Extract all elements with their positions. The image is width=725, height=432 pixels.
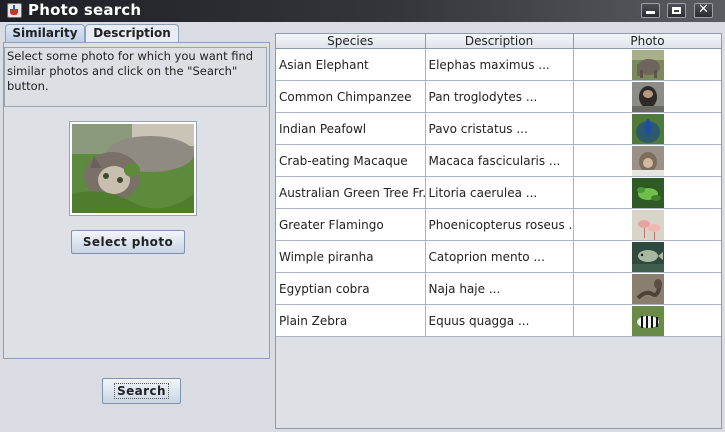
description-cell: Pavo cristatus ... <box>425 112 574 145</box>
photo-cell <box>573 80 721 113</box>
cobra-photo <box>631 273 664 304</box>
photo-cell <box>573 144 721 177</box>
description-cell: Litoria caerulea ... <box>425 176 574 209</box>
description-cell: Naja haje ... <box>425 272 574 305</box>
selected-photo-preview <box>69 121 197 216</box>
macaque-photo <box>631 145 664 176</box>
table-row[interactable]: Greater Flamingo Phoenicopterus roseus .… <box>276 208 721 241</box>
instructions-text: Select some photo for which you want fin… <box>4 47 267 107</box>
photo-cell <box>573 304 721 337</box>
species-cell: Crab-eating Macaque <box>276 144 426 177</box>
table-row[interactable]: Plain Zebra Equus quagga ... <box>276 304 721 337</box>
select-photo-button[interactable]: Select photo <box>71 230 185 254</box>
table-row[interactable]: Crab-eating Macaque Macaca fascicularis … <box>276 144 721 177</box>
thumbnail-image <box>631 241 664 272</box>
species-cell: Indian Peafowl <box>276 112 426 145</box>
chimpanzee-photo <box>631 81 664 112</box>
thumbnail-image <box>631 177 664 208</box>
species-cell: Australian Green Tree Fr... <box>276 176 426 209</box>
frog-photo <box>631 177 664 208</box>
column-header-description[interactable]: Description <box>425 34 574 49</box>
description-cell: Phoenicopterus roseus ... <box>425 208 574 241</box>
species-cell: Wimple piranha <box>276 240 426 273</box>
species-cell: Asian Elephant <box>276 48 426 81</box>
thumbnail-image <box>631 81 664 112</box>
search-button[interactable]: Search <box>102 378 181 404</box>
description-cell: Catoprion mento ... <box>425 240 574 273</box>
table-row[interactable]: Wimple piranha Catoprion mento ... <box>276 240 721 273</box>
tab-description[interactable]: Description <box>85 24 179 43</box>
thumbnail-image <box>631 209 664 240</box>
photo-cell <box>573 176 721 209</box>
thumbnail-image <box>631 305 664 336</box>
table-row[interactable]: Asian Elephant Elephas maximus ... <box>276 48 721 81</box>
tab-similarity[interactable]: Similarity <box>5 24 85 43</box>
peafowl-photo <box>631 113 664 144</box>
table-row[interactable]: Australian Green Tree Fr... Litoria caer… <box>276 176 721 209</box>
thumbnail-image <box>631 145 664 176</box>
description-cell: Equus quagga ... <box>425 304 574 337</box>
window-title: Photo search <box>28 1 142 19</box>
results-table[interactable]: Species Description Photo Asian Elephant… <box>275 33 722 429</box>
photo-cell <box>573 112 721 145</box>
cat-photo-image <box>72 124 194 213</box>
table-row[interactable]: Common Chimpanzee Pan troglodytes ... <box>276 80 721 113</box>
photo-cell <box>573 208 721 241</box>
species-cell: Common Chimpanzee <box>276 80 426 113</box>
column-header-photo[interactable]: Photo <box>573 34 721 49</box>
flamingo-photo <box>631 209 664 240</box>
photo-cell <box>573 240 721 273</box>
table-row[interactable]: Egyptian cobra Naja haje ... <box>276 272 721 305</box>
thumbnail-image <box>631 113 664 144</box>
description-cell: Elephas maximus ... <box>425 48 574 81</box>
piranha-photo <box>631 241 664 272</box>
species-cell: Plain Zebra <box>276 304 426 337</box>
elephant-photo <box>631 49 664 80</box>
column-header-species[interactable]: Species <box>276 34 426 49</box>
thumbnail-image <box>631 49 664 80</box>
zebra-photo <box>631 305 664 336</box>
description-cell: Pan troglodytes ... <box>425 80 574 113</box>
close-button[interactable]: ✕ <box>694 2 713 18</box>
maximize-button[interactable] <box>667 3 686 18</box>
minimize-icon <box>646 11 655 14</box>
minimize-button[interactable] <box>641 3 660 18</box>
table-header-row: Species Description Photo <box>276 34 721 49</box>
java-app-icon <box>7 3 22 18</box>
photo-cell <box>573 272 721 305</box>
species-cell: Greater Flamingo <box>276 208 426 241</box>
maximize-icon <box>672 7 681 14</box>
thumbnail-image <box>631 273 664 304</box>
species-cell: Egyptian cobra <box>276 272 426 305</box>
photo-cell <box>573 48 721 81</box>
table-row[interactable]: Indian Peafowl Pavo cristatus ... <box>276 112 721 145</box>
description-cell: Macaca fascicularis ... <box>425 144 574 177</box>
title-bar: Photo search ✕ <box>0 0 725 22</box>
close-icon: ✕ <box>698 2 709 17</box>
search-button-label: Search <box>114 383 169 399</box>
